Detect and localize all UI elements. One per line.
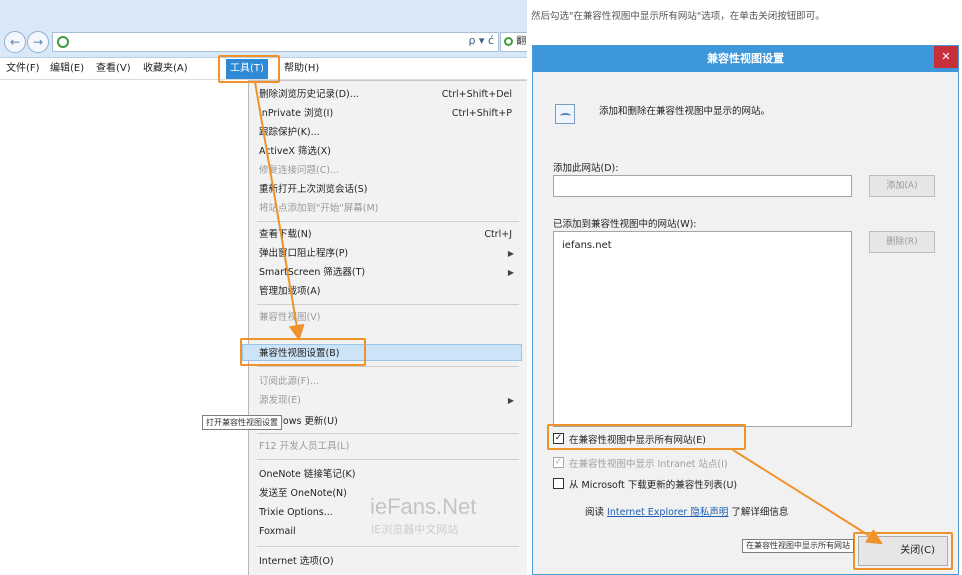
menu-item-view-downloads[interactable]: 查看下载(N) Ctrl+J — [259, 226, 524, 243]
shortcut-label: Ctrl+Shift+Del — [441, 89, 512, 100]
menu-item-compat-view: 兼容性视图(V) — [259, 312, 321, 323]
menu-item-reopen-session[interactable]: 重新打开上次浏览会话(S) — [259, 181, 524, 198]
ie-window: ← → ρ ▾ ć 翻 文件(F) 编辑(E) 查看(V) 收藏夹(A) 工具(… — [0, 0, 527, 575]
add-button[interactable]: 添加(A) — [869, 175, 935, 197]
add-site-label: 添加此网站(D): — [553, 163, 619, 174]
menu-item-tracking-protection[interactable]: 跟踪保护(K)... — [259, 124, 524, 141]
submenu-arrow-icon: ▶ — [507, 396, 514, 405]
shortcut-label: Ctrl+Shift+P — [451, 108, 512, 119]
ie-favicon-icon — [57, 36, 69, 48]
menu-separator — [257, 304, 519, 305]
menu-item-smartscreen[interactable]: SmartScreen 筛选器(T) ▶ — [259, 264, 524, 281]
menu-favorites[interactable]: 收藏夹(A) — [143, 59, 188, 79]
menu-separator — [257, 366, 519, 367]
menu-file[interactable]: 文件(F) — [6, 59, 40, 79]
privacy-suffix: 了解详细信息 — [731, 507, 789, 518]
list-item[interactable]: iefans.net — [562, 240, 612, 251]
privacy-prefix: 阅读 — [585, 507, 605, 518]
menu-separator — [257, 433, 519, 434]
menu-item-label: 弹出窗口阻止程序(P) — [259, 248, 349, 259]
close-button-tooltip: 在兼容性视图中显示所有网站 — [742, 539, 854, 553]
compat-settings-highlight-box — [240, 338, 366, 366]
close-icon[interactable]: ✕ — [934, 46, 958, 68]
screenshot-root: ← → ρ ▾ ć 翻 文件(F) 编辑(E) 查看(V) 收藏夹(A) 工具(… — [0, 0, 962, 575]
download-list-checkbox[interactable] — [553, 478, 564, 489]
menu-separator — [257, 459, 519, 460]
privacy-statement-line: 阅读 Internet Explorer 隐私声明 了解详细信息 — [585, 504, 788, 518]
dialog-title: 兼容性视图设置 — [707, 52, 784, 65]
tools-menu-highlight-box — [218, 55, 280, 83]
address-bar[interactable]: ρ ▾ ć — [52, 32, 499, 52]
back-arrow-icon[interactable]: ← — [4, 31, 26, 53]
menu-item-subscribe-feed: 订阅此源(F)... — [259, 376, 319, 387]
menu-item-popup-blocker[interactable]: 弹出窗口阻止程序(P) ▶ — [259, 245, 524, 262]
compat-view-icon — [555, 104, 575, 124]
dialog-intro-text: 添加和删除在兼容性视图中显示的网站。 — [599, 106, 771, 117]
menu-item-f12-tools: F12 开发人员工具(L) — [259, 441, 350, 452]
menu-item-windows-update[interactable]: Windows 更新(U) — [259, 413, 524, 430]
menu-item-delete-history[interactable]: 删除浏览历史记录(D)... Ctrl+Shift+Del — [259, 86, 524, 103]
checkbox-highlight-box — [547, 424, 746, 450]
ie-title-bar: ← → ρ ▾ ć 翻 — [0, 0, 527, 58]
menu-separator — [257, 546, 519, 547]
show-intranet-checkbox: ✓ — [553, 457, 564, 468]
menu-item-add-to-start: 将站点添加到"开始"屏幕(M) — [259, 203, 379, 214]
close-button-highlight-box — [853, 532, 953, 570]
privacy-statement-link[interactable]: Internet Explorer 隐私声明 — [607, 507, 728, 518]
instruction-text: 然后勾选"在兼容性视图中显示所有网站"选项，在单击关闭按钮即可。 — [531, 11, 825, 22]
menu-item-label: SmartScreen 筛选器(T) — [259, 267, 366, 278]
menu-item-inprivate[interactable]: InPrivate 浏览(I) Ctrl+Shift+P — [259, 105, 524, 122]
browser-tab[interactable]: 翻 — [500, 32, 527, 52]
menu-item-activex-filtering[interactable]: ActiveX 筛选(X) — [259, 143, 524, 160]
forward-arrow-icon[interactable]: → — [27, 31, 49, 53]
menu-item-label: 删除浏览历史记录(D)... — [259, 89, 359, 100]
watermark-tagline: IE浏览器中文网站 — [371, 523, 459, 536]
download-list-label: 从 Microsoft 下载更新的兼容性列表(U) — [569, 480, 738, 491]
sites-list[interactable]: iefans.net — [553, 231, 852, 427]
submenu-arrow-icon: ▶ — [507, 268, 514, 277]
watermark-brand: ieFans.Net — [370, 494, 477, 519]
submenu-arrow-icon: ▶ — [507, 249, 514, 258]
menu-item-internet-options[interactable]: Internet 选项(O) — [259, 553, 524, 570]
menu-item-feed-discovery: 源发现(E) ▶ — [259, 392, 524, 409]
menu-edit[interactable]: 编辑(E) — [50, 59, 84, 79]
add-site-input[interactable] — [553, 175, 852, 197]
tab-title: 翻 — [516, 36, 527, 47]
compat-settings-tooltip: 打开兼容性视图设置 — [202, 415, 282, 430]
menu-item-label: 查看下载(N) — [259, 229, 312, 240]
tab-favicon-icon — [504, 36, 513, 46]
menu-separator — [257, 221, 519, 222]
menu-item-onenote-linked[interactable]: OneNote 链接笔记(K) — [259, 466, 524, 483]
sites-list-label: 已添加到兼容性视图中的网站(W): — [553, 219, 697, 230]
compat-view-settings-dialog: 兼容性视图设置 ✕ 添加和删除在兼容性视图中显示的网站。 添加此网站(D): 添… — [532, 45, 959, 575]
dialog-title-bar: 兼容性视图设置 ✕ — [533, 46, 958, 72]
menu-view[interactable]: 查看(V) — [96, 59, 131, 79]
menu-item-manage-addons[interactable]: 管理加载项(A) — [259, 283, 524, 300]
menu-item-label: 源发现(E) — [259, 395, 301, 406]
menu-item-label: InPrivate 浏览(I) — [259, 108, 334, 119]
menu-help[interactable]: 帮助(H) — [284, 59, 319, 79]
shortcut-label: Ctrl+J — [484, 229, 512, 240]
show-intranet-label: 在兼容性视图中显示 Intranet 站点(I) — [569, 459, 728, 470]
menu-item-fix-connection: 修复连接问题(C)... — [259, 165, 340, 176]
address-tools[interactable]: ρ ▾ ć — [468, 34, 494, 47]
remove-button[interactable]: 删除(R) — [869, 231, 935, 253]
